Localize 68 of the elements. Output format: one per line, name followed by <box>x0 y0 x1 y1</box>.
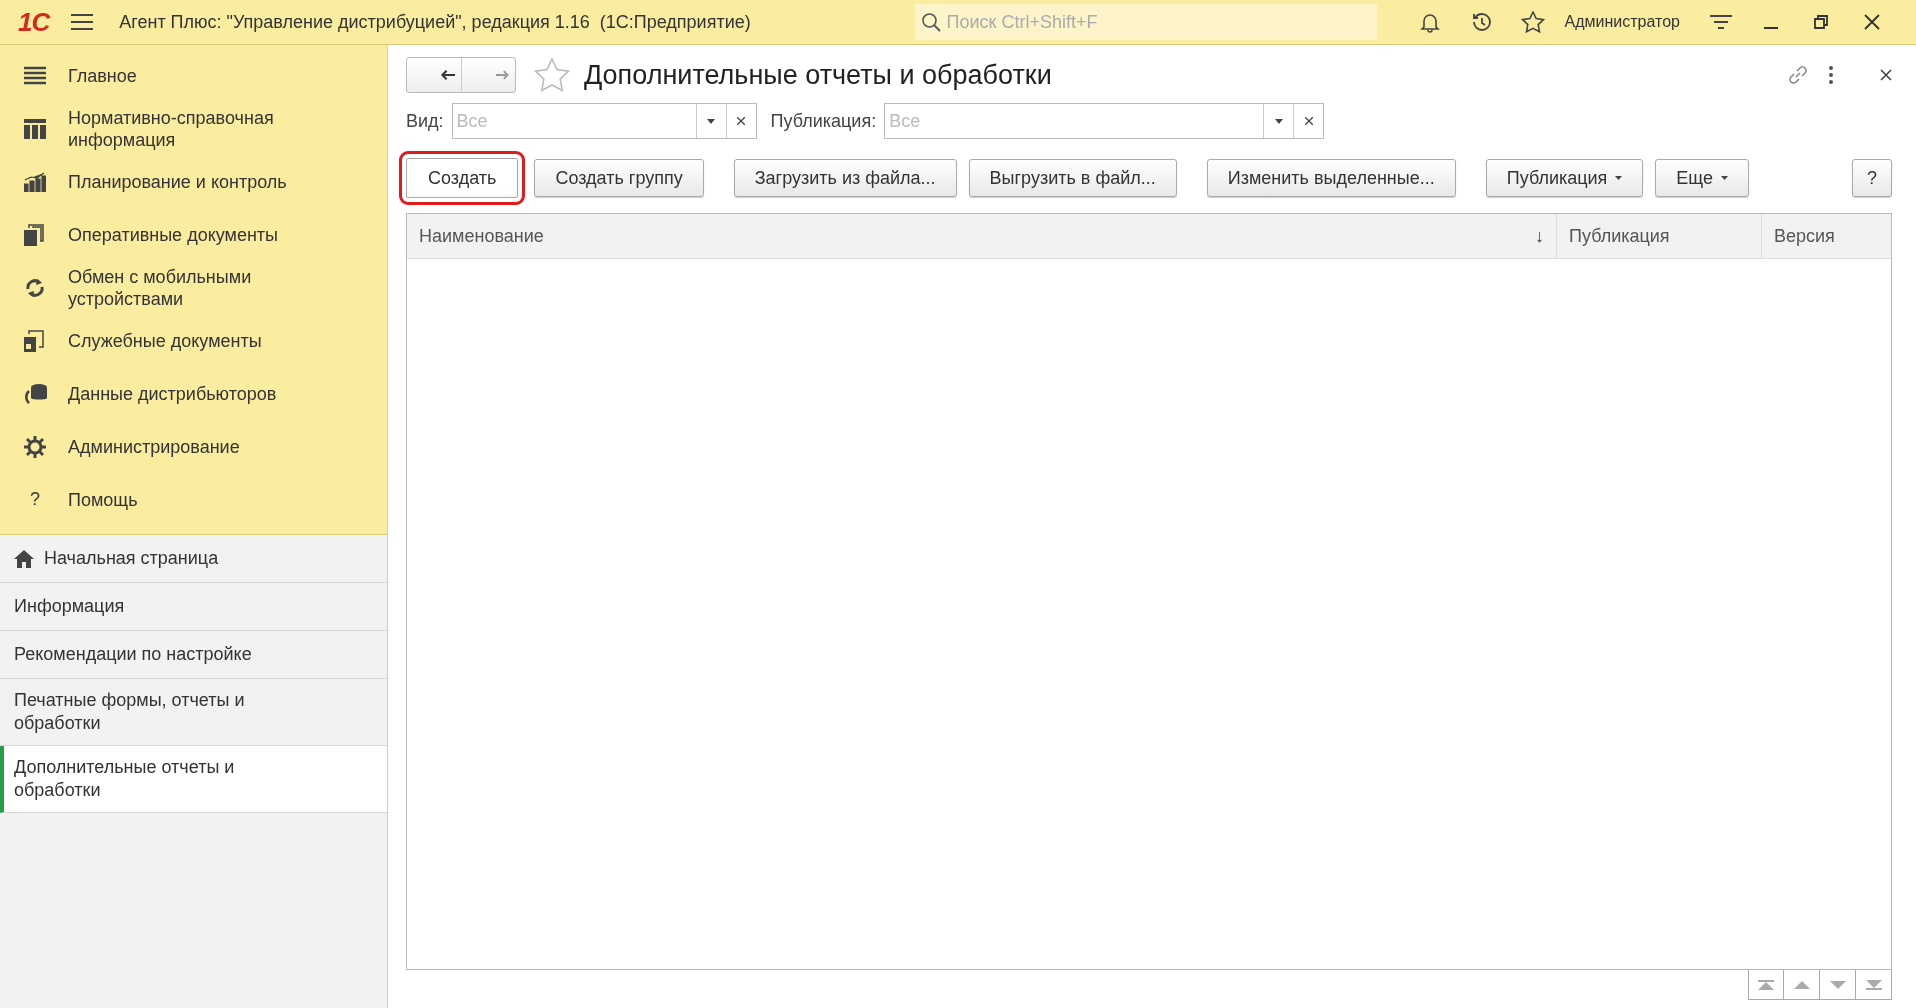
help-icon: ? <box>24 489 40 510</box>
sort-indicator: ↓ <box>1535 225 1544 247</box>
toolbar-button[interactable]: Еще <box>1655 159 1749 197</box>
column-header[interactable]: Версия <box>1761 214 1891 258</box>
section-link[interactable]: Планирование и контроль <box>68 170 287 193</box>
open-window-tab[interactable]: Начальная страница <box>0 535 387 583</box>
section-link[interactable]: Нормативно-справочная информация <box>68 106 358 151</box>
toolbar-button[interactable]: ? <box>1852 159 1892 197</box>
up-icon <box>1793 980 1810 989</box>
search-field[interactable]: Поиск Ctrl+Shift+F <box>914 4 1377 40</box>
toolbar-button[interactable]: Изменить выделенные... <box>1206 159 1456 197</box>
filter-combo-field[interactable]: Все <box>451 103 757 139</box>
columns-icon <box>24 118 46 139</box>
caret-icon <box>1720 176 1728 180</box>
user-name[interactable]: Администратор <box>1564 13 1680 31</box>
link-icon[interactable] <box>1786 63 1810 87</box>
restore-icon[interactable] <box>1814 15 1828 29</box>
column-header[interactable]: Наименование ↓ <box>407 214 1556 258</box>
form-title: Дополнительные отчеты и обработки <box>584 59 1052 91</box>
toolbar-button[interactable]: Создать группу <box>534 159 704 197</box>
window-title: Агент Плюс: "Управление дистрибуцией", редакция 1.16 (1С:Предприятие) <box>119 11 751 33</box>
toolbar-button[interactable]: Выгрузить в файл... <box>968 159 1177 197</box>
section-link[interactable]: Помощь <box>68 488 138 511</box>
close-icon[interactable] <box>1864 14 1880 30</box>
settings-icon <box>24 435 46 458</box>
forward-arrow-icon <box>496 68 509 82</box>
search-input[interactable]: Поиск Ctrl+Shift+F <box>944 10 1371 34</box>
open-window-tab[interactable]: Дополнительные отчеты и обработки <box>0 746 387 813</box>
open-window-tab[interactable]: Информация <box>0 583 387 631</box>
filter-label: Вид: <box>406 110 444 132</box>
down-icon <box>1829 980 1846 989</box>
app-logo: 1С <box>18 6 50 38</box>
back-arrow-icon <box>441 68 455 82</box>
sync-icon <box>24 276 46 299</box>
home-icon <box>14 549 34 568</box>
caret-icon <box>1615 176 1623 180</box>
favorite-star-icon[interactable] <box>534 58 570 92</box>
bell-icon[interactable] <box>1418 11 1441 33</box>
section-link[interactable]: Обмен с мобильными устройствами <box>68 265 358 310</box>
more-icon[interactable] <box>1828 66 1834 84</box>
documents-icon <box>24 329 44 352</box>
first-icon <box>1758 979 1774 990</box>
toolbar-button[interactable]: Публикация <box>1485 159 1644 197</box>
section-link[interactable]: Данные дистрибьюторов <box>68 382 277 405</box>
dropdown-icon <box>707 118 716 124</box>
filter-label: Публикация: <box>770 110 877 132</box>
last-icon <box>1865 979 1882 990</box>
filter-icon[interactable] <box>1710 12 1732 32</box>
filter-combo-field[interactable]: Все <box>884 103 1325 139</box>
section-link[interactable]: Главное <box>68 64 137 87</box>
database-icon <box>24 382 48 405</box>
list-icon <box>24 65 46 86</box>
section-link[interactable]: Служебные документы <box>68 329 262 352</box>
section-link[interactable]: Оперативные документы <box>68 223 279 246</box>
documents-icon <box>24 223 44 246</box>
toolbar-button[interactable]: Загрузить из файла... <box>733 159 957 197</box>
close-icon[interactable] <box>1880 69 1892 81</box>
section-link[interactable]: Администрирование <box>68 435 240 458</box>
star-icon[interactable] <box>1520 11 1545 33</box>
dropdown-icon <box>1274 118 1283 124</box>
open-window-tab[interactable]: Рекомендации по настройке <box>0 631 387 679</box>
bar-chart-icon <box>24 171 46 192</box>
column-header[interactable]: Публикация <box>1556 214 1761 258</box>
clear-icon <box>1304 117 1313 125</box>
search-icon <box>920 12 941 32</box>
clear-icon <box>737 117 746 125</box>
menu-icon[interactable] <box>71 13 94 31</box>
toolbar-button[interactable]: Создать <box>399 151 526 205</box>
